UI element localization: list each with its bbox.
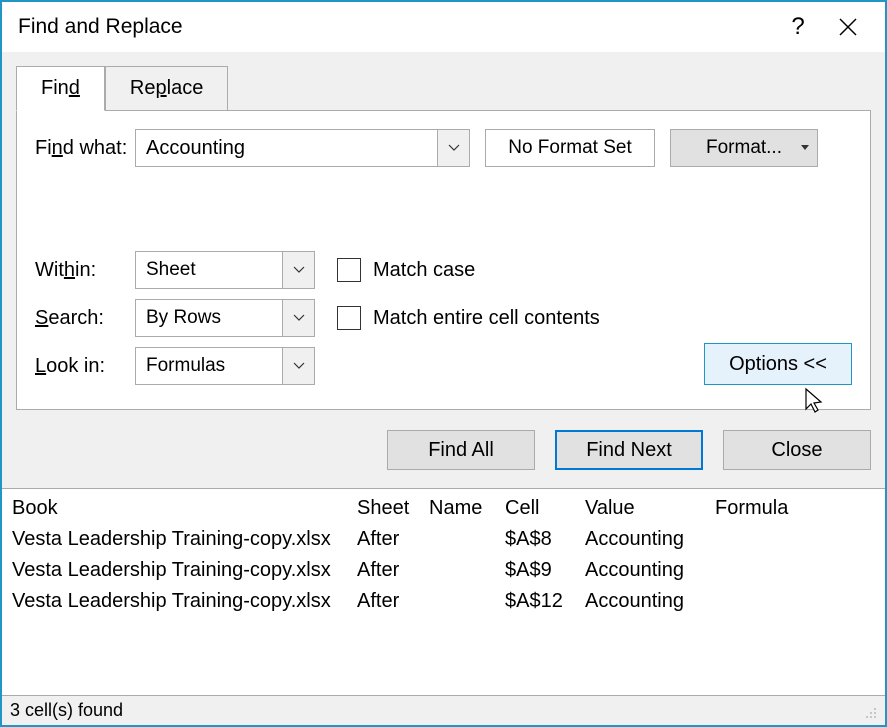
format-button[interactable]: Format... bbox=[670, 129, 818, 167]
col-header-book[interactable]: Book bbox=[12, 497, 357, 520]
match-entire-label: Match entire cell contents bbox=[373, 307, 600, 330]
match-entire-checkbox[interactable] bbox=[337, 306, 361, 330]
cursor-icon bbox=[802, 387, 826, 415]
cell-name bbox=[429, 590, 505, 613]
col-header-name[interactable]: Name bbox=[429, 497, 505, 520]
dropdown-marker-icon bbox=[801, 143, 809, 151]
match-entire-checkbox-row[interactable]: Match entire cell contents bbox=[337, 306, 600, 330]
find-replace-dialog: Find and Replace ? Find Replace Find wha… bbox=[0, 0, 887, 727]
chevron-down-icon bbox=[293, 314, 305, 322]
find-next-button[interactable]: Find Next bbox=[555, 430, 703, 470]
cell-value: Accounting bbox=[585, 590, 715, 613]
table-row[interactable]: Vesta Leadership Training-copy.xlsxAfter… bbox=[12, 524, 875, 555]
status-text: 3 cell(s) found bbox=[10, 700, 123, 721]
cell-cell: $A$12 bbox=[505, 590, 585, 613]
look-in-label: Look in: bbox=[35, 355, 135, 378]
chevron-down-icon bbox=[293, 266, 305, 274]
table-row[interactable]: Vesta Leadership Training-copy.xlsxAfter… bbox=[12, 555, 875, 586]
results-header: Book Sheet Name Cell Value Formula bbox=[12, 493, 875, 524]
options-button[interactable]: Options << bbox=[704, 343, 852, 385]
find-what-input[interactable] bbox=[136, 130, 437, 166]
search-select[interactable]: By Rows bbox=[135, 299, 315, 337]
col-header-value[interactable]: Value bbox=[585, 497, 715, 520]
cell-cell: $A$9 bbox=[505, 559, 585, 582]
resize-grip-icon[interactable] bbox=[861, 703, 877, 719]
cell-sheet: After bbox=[357, 559, 429, 582]
match-case-checkbox[interactable] bbox=[337, 258, 361, 282]
match-case-label: Match case bbox=[373, 259, 475, 282]
chevron-down-icon bbox=[448, 144, 460, 152]
find-what-dropdown-button[interactable] bbox=[437, 130, 469, 166]
search-label: Search: bbox=[35, 307, 135, 330]
find-all-button[interactable]: Find All bbox=[387, 430, 535, 470]
content-area: Find Replace Find what: No Format Set Fo… bbox=[2, 52, 885, 695]
window-title: Find and Replace bbox=[18, 15, 773, 39]
cell-value: Accounting bbox=[585, 559, 715, 582]
cell-formula bbox=[715, 559, 875, 582]
close-icon bbox=[838, 17, 858, 37]
within-label: Within: bbox=[35, 259, 135, 282]
find-what-combo[interactable] bbox=[135, 129, 470, 167]
col-header-cell[interactable]: Cell bbox=[505, 497, 585, 520]
tab-replace[interactable]: Replace bbox=[105, 66, 228, 111]
cell-book: Vesta Leadership Training-copy.xlsx bbox=[12, 590, 357, 613]
find-what-label: Find what: bbox=[35, 137, 135, 160]
within-select[interactable]: Sheet bbox=[135, 251, 315, 289]
dialog-buttons: Find All Find Next Close bbox=[16, 410, 871, 488]
match-case-checkbox-row[interactable]: Match case bbox=[337, 258, 475, 282]
cell-book: Vesta Leadership Training-copy.xlsx bbox=[12, 528, 357, 551]
table-row[interactable]: Vesta Leadership Training-copy.xlsxAfter… bbox=[12, 586, 875, 617]
cell-name bbox=[429, 559, 505, 582]
results-table[interactable]: Book Sheet Name Cell Value Formula Vesta… bbox=[2, 488, 885, 695]
help-button[interactable]: ? bbox=[773, 7, 823, 47]
search-dropdown-button[interactable] bbox=[282, 300, 314, 336]
find-panel: Find what: No Format Set Format... bbox=[16, 110, 871, 410]
cell-name bbox=[429, 528, 505, 551]
chevron-down-icon bbox=[293, 362, 305, 370]
cell-cell: $A$8 bbox=[505, 528, 585, 551]
close-window-button[interactable] bbox=[823, 7, 873, 47]
col-header-sheet[interactable]: Sheet bbox=[357, 497, 429, 520]
look-in-dropdown-button[interactable] bbox=[282, 348, 314, 384]
cell-book: Vesta Leadership Training-copy.xlsx bbox=[12, 559, 357, 582]
cell-value: Accounting bbox=[585, 528, 715, 551]
look-in-select[interactable]: Formulas bbox=[135, 347, 315, 385]
cell-sheet: After bbox=[357, 528, 429, 551]
tab-find[interactable]: Find bbox=[16, 66, 105, 111]
close-button[interactable]: Close bbox=[723, 430, 871, 470]
cell-formula bbox=[715, 590, 875, 613]
cell-sheet: After bbox=[357, 590, 429, 613]
col-header-formula[interactable]: Formula bbox=[715, 497, 875, 520]
statusbar: 3 cell(s) found bbox=[2, 695, 885, 725]
titlebar: Find and Replace ? bbox=[2, 2, 885, 52]
within-dropdown-button[interactable] bbox=[282, 252, 314, 288]
no-format-preview: No Format Set bbox=[485, 129, 655, 167]
cell-formula bbox=[715, 528, 875, 551]
